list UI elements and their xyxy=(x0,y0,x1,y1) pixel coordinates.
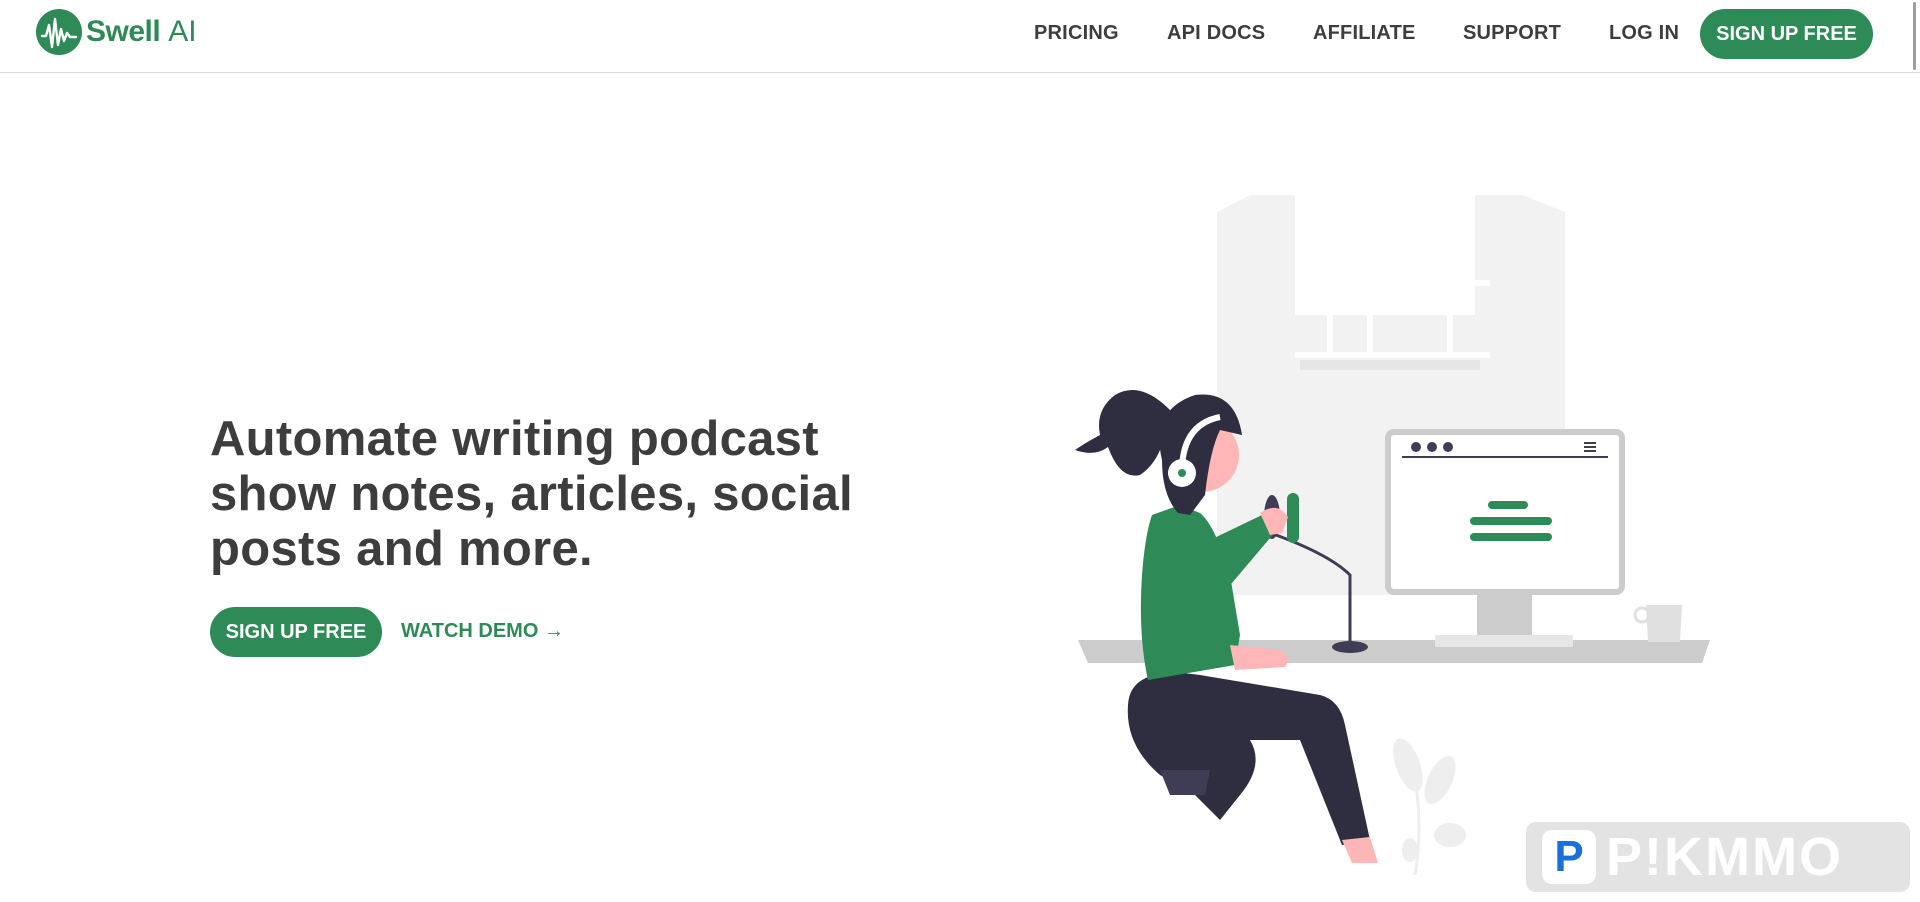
watermark-badge-letter: P xyxy=(1554,832,1584,881)
nav-affiliate[interactable]: AFFILIATE xyxy=(1313,22,1416,45)
brand-suffix: AI xyxy=(168,15,197,48)
logo[interactable]: Swell AI xyxy=(36,8,197,56)
site-header: Swell AI PRICING API DOCS AFFILIATE SUPP… xyxy=(0,0,1920,73)
nav-log-in[interactable]: LOG IN xyxy=(1609,22,1679,45)
nav-api-docs[interactable]: API DOCS xyxy=(1167,22,1265,45)
waveform-logo-icon xyxy=(36,9,82,55)
hero-sign-up-button[interactable]: SIGN UP FREE xyxy=(210,607,382,657)
podcaster-illustration xyxy=(1030,185,1730,876)
watermark-text: P!KMMO xyxy=(1606,827,1843,887)
brand-name: Swell xyxy=(86,15,161,48)
watermark-badge-icon: P xyxy=(1542,830,1596,884)
hero-title: Automate writing podcast show notes, art… xyxy=(210,412,853,576)
nav-pricing[interactable]: PRICING xyxy=(1034,22,1119,45)
watch-demo-link[interactable]: WATCH DEMO → xyxy=(401,620,564,643)
nav-sign-up-button[interactable]: SIGN UP FREE xyxy=(1700,9,1873,59)
nav-support[interactable]: SUPPORT xyxy=(1463,22,1561,45)
scrollbar-thumb[interactable] xyxy=(1913,2,1916,70)
watermark: P P!KMMO xyxy=(1526,822,1910,892)
